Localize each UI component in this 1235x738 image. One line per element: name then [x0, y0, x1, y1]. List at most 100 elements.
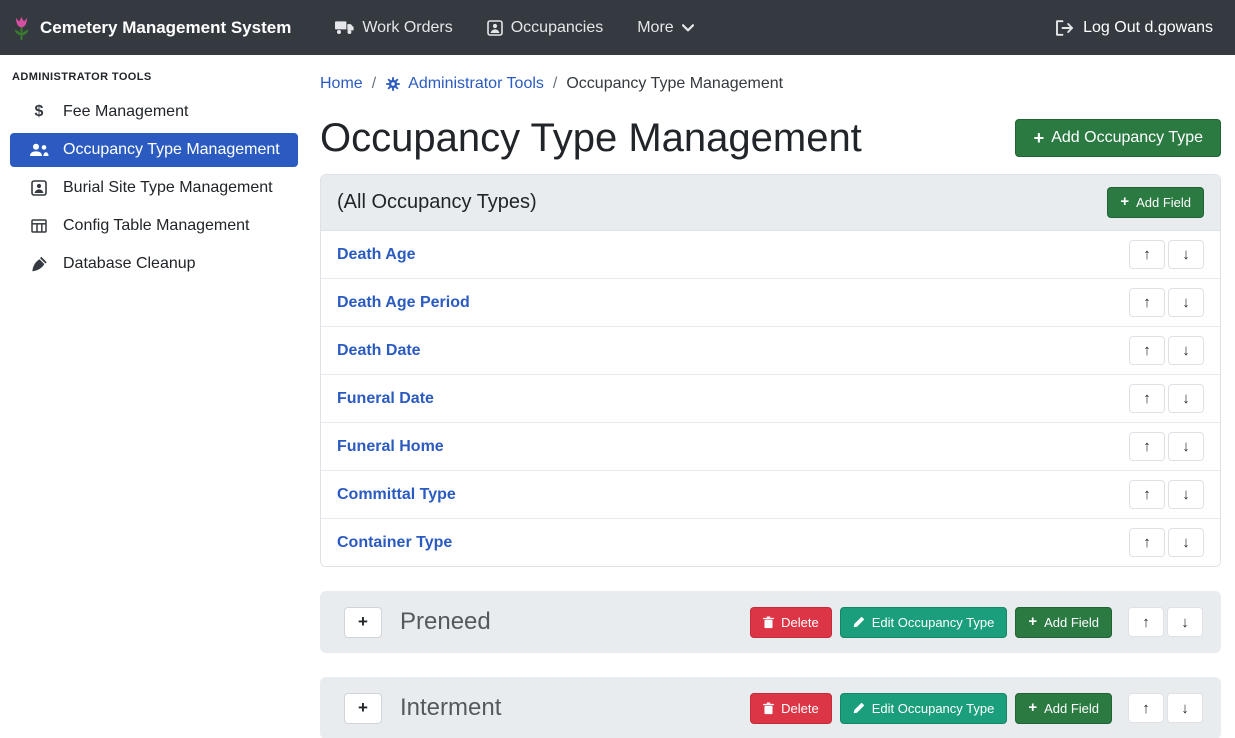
app-brand[interactable]: Cemetery Management System: [12, 14, 291, 42]
add-field-button[interactable]: + Add Field: [1015, 693, 1112, 724]
delete-button[interactable]: Delete: [750, 607, 832, 638]
move-up-button[interactable]: ↑: [1129, 336, 1165, 365]
nav-more[interactable]: More: [623, 11, 707, 45]
all-occupancy-types-card: (All Occupancy Types) + Add Field Death …: [320, 174, 1221, 567]
edit-occupancy-type-button[interactable]: Edit Occupancy Type: [840, 693, 1008, 724]
move-button-group: ↑ ↓: [1128, 693, 1203, 723]
portrait-icon: [487, 20, 503, 36]
trash-icon: [763, 616, 774, 629]
button-label: Delete: [781, 701, 819, 716]
app-title: Cemetery Management System: [40, 18, 291, 38]
field-link[interactable]: Funeral Home: [337, 438, 444, 456]
move-up-button[interactable]: ↑: [1129, 384, 1165, 413]
up-arrow-icon: ↑: [1142, 614, 1150, 631]
field-link[interactable]: Death Age Period: [337, 294, 470, 312]
occupancy-type-section-preneed: + Preneed Delete: [320, 591, 1221, 653]
up-arrow-icon: ↑: [1143, 438, 1151, 455]
breadcrumb-label: Administrator Tools: [408, 75, 544, 93]
plus-icon: +: [1028, 701, 1037, 716]
breadcrumb-separator: /: [372, 75, 376, 93]
sidebar-item-config-table-management[interactable]: Config Table Management: [10, 209, 298, 243]
nav-work-orders[interactable]: Work Orders: [321, 11, 466, 45]
breadcrumb-home[interactable]: Home: [320, 75, 363, 93]
field-link[interactable]: Funeral Date: [337, 390, 434, 408]
move-button-group: ↑ ↓: [1128, 607, 1203, 637]
add-field-button[interactable]: + Add Field: [1015, 607, 1112, 638]
field-link[interactable]: Death Age: [337, 246, 416, 264]
section-actions: Delete Edit Occupancy Type + Add Field ↑: [750, 693, 1203, 724]
move-down-button[interactable]: ↓: [1168, 288, 1204, 317]
field-link[interactable]: Container Type: [337, 534, 452, 552]
delete-button[interactable]: Delete: [750, 693, 832, 724]
logout-icon: [1055, 20, 1074, 36]
move-button-group: ↑ ↓: [1129, 432, 1204, 461]
nav-occupancies[interactable]: Occupancies: [473, 11, 618, 45]
page-layout: ADMINISTRATOR TOOLS $ Fee Management Occ…: [0, 55, 1235, 738]
edit-occupancy-type-button[interactable]: Edit Occupancy Type: [840, 607, 1008, 638]
field-link[interactable]: Committal Type: [337, 486, 456, 504]
sidebar-item-database-cleanup[interactable]: Database Cleanup: [10, 247, 298, 281]
field-row: Funeral Home ↑ ↓: [321, 423, 1220, 471]
dollar-icon: $: [28, 103, 50, 121]
logout-button[interactable]: Log Out d.gowans: [1055, 19, 1213, 37]
up-arrow-icon: ↑: [1142, 700, 1150, 717]
sidebar-heading: ADMINISTRATOR TOOLS: [0, 61, 308, 95]
portrait-icon: [28, 180, 50, 196]
section-actions: Delete Edit Occupancy Type + Add Field ↑: [750, 607, 1203, 638]
add-occupancy-type-button[interactable]: + Add Occupancy Type: [1015, 119, 1221, 157]
down-arrow-icon: ↓: [1182, 342, 1190, 359]
sidebar-item-occupancy-type-management[interactable]: Occupancy Type Management: [10, 133, 298, 167]
logout-label: Log Out d.gowans: [1083, 19, 1213, 37]
sidebar: ADMINISTRATOR TOOLS $ Fee Management Occ…: [0, 55, 308, 738]
sidebar-item-label: Burial Site Type Management: [63, 179, 273, 197]
plus-icon: +: [1033, 129, 1044, 147]
button-label: Delete: [781, 615, 819, 630]
move-up-button[interactable]: ↑: [1129, 528, 1165, 557]
sidebar-item-label: Database Cleanup: [63, 255, 196, 273]
move-up-button[interactable]: ↑: [1129, 432, 1165, 461]
button-label: Add Occupancy Type: [1051, 129, 1203, 147]
sidebar-item-fee-management[interactable]: $ Fee Management: [10, 95, 298, 129]
move-up-button[interactable]: ↑: [1128, 607, 1164, 637]
sidebar-item-burial-site-type-management[interactable]: Burial Site Type Management: [10, 171, 298, 205]
move-down-button[interactable]: ↓: [1168, 240, 1204, 269]
field-row: Death Age Period ↑ ↓: [321, 279, 1220, 327]
move-down-button[interactable]: ↓: [1168, 384, 1204, 413]
nav-label: Occupancies: [511, 19, 604, 37]
up-arrow-icon: ↑: [1143, 390, 1151, 407]
move-down-button[interactable]: ↓: [1167, 693, 1203, 723]
sidebar-item-label: Occupancy Type Management: [63, 141, 280, 159]
pencil-icon: [853, 616, 865, 628]
nav-label: Work Orders: [362, 19, 452, 37]
button-label: Edit Occupancy Type: [872, 701, 995, 716]
move-up-button[interactable]: ↑: [1129, 240, 1165, 269]
move-up-button[interactable]: ↑: [1129, 288, 1165, 317]
down-arrow-icon: ↓: [1182, 246, 1190, 263]
chevron-down-icon: [682, 24, 694, 32]
move-button-group: ↑ ↓: [1129, 480, 1204, 509]
move-down-button[interactable]: ↓: [1167, 607, 1203, 637]
field-link[interactable]: Death Date: [337, 342, 421, 360]
down-arrow-icon: ↓: [1182, 390, 1190, 407]
add-field-button[interactable]: + Add Field: [1107, 187, 1204, 218]
field-row: Container Type ↑ ↓: [321, 519, 1220, 566]
plus-icon: +: [1028, 615, 1037, 630]
move-down-button[interactable]: ↓: [1168, 480, 1204, 509]
move-down-button[interactable]: ↓: [1168, 432, 1204, 461]
main-content: Home / Administrator Tools / Occupancy T…: [308, 55, 1235, 738]
move-down-button[interactable]: ↓: [1168, 528, 1204, 557]
breadcrumb-current: Occupancy Type Management: [566, 75, 783, 93]
sidebar-item-label: Fee Management: [63, 103, 188, 121]
breadcrumb-administrator-tools[interactable]: Administrator Tools: [385, 75, 544, 93]
breadcrumb: Home / Administrator Tools / Occupancy T…: [320, 72, 1221, 96]
move-down-button[interactable]: ↓: [1168, 336, 1204, 365]
card-header: (All Occupancy Types) + Add Field: [321, 175, 1220, 231]
move-up-button[interactable]: ↑: [1129, 480, 1165, 509]
occupancy-type-name: Interment: [400, 691, 501, 725]
expand-button[interactable]: +: [344, 607, 382, 638]
move-up-button[interactable]: ↑: [1128, 693, 1164, 723]
down-arrow-icon: ↓: [1182, 534, 1190, 551]
move-button-group: ↑ ↓: [1129, 288, 1204, 317]
field-row: Death Age ↑ ↓: [321, 231, 1220, 279]
expand-button[interactable]: +: [344, 693, 382, 724]
